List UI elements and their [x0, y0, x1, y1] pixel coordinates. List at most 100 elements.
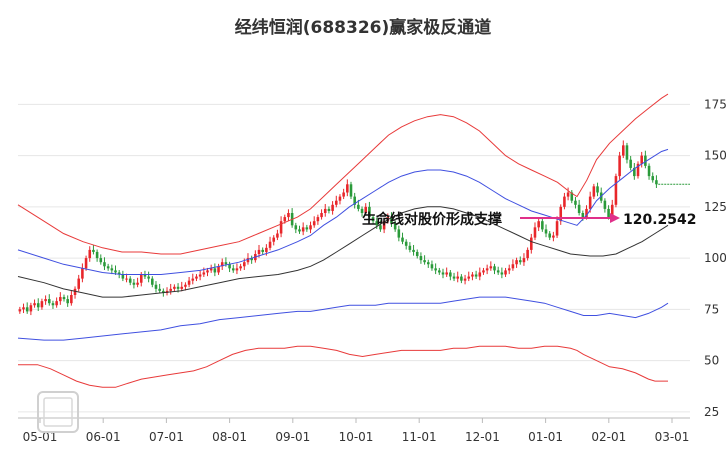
candle-body	[474, 274, 478, 277]
candle-body	[463, 278, 467, 281]
candle-body	[187, 280, 191, 285]
x-tick-label: 01-01	[528, 430, 563, 444]
candle-body	[62, 297, 66, 300]
candle-body	[287, 213, 290, 218]
candle-body	[316, 217, 320, 222]
y-tick-label: 25	[704, 405, 719, 419]
candle-body	[33, 303, 36, 306]
support-arrow-head-icon	[610, 213, 620, 223]
channel-line-life_line	[17, 206, 669, 298]
candle-body	[471, 274, 474, 277]
candle-body	[77, 278, 81, 289]
candle-body	[59, 297, 62, 302]
candle-body	[139, 274, 143, 283]
support-value-label: 120.2542	[623, 212, 697, 228]
x-tick-label: 12-01	[465, 430, 500, 444]
candle-body	[305, 227, 309, 230]
candle-body	[309, 225, 312, 230]
candle-body	[559, 206, 563, 222]
candle-body	[184, 284, 187, 287]
candle-body	[625, 145, 629, 160]
channel-line-lower_band	[18, 345, 668, 388]
candle-body	[331, 204, 334, 211]
candle-body	[44, 299, 47, 302]
y-tick-label: 75	[704, 302, 719, 316]
candle-body	[132, 282, 136, 285]
candle-body	[147, 276, 150, 279]
candle-body	[622, 145, 625, 156]
candle-body	[180, 286, 184, 289]
channel-line-upper_band	[17, 93, 669, 255]
annotation-text: 生命线对股价形成支撑	[362, 211, 502, 228]
channel-line-mid_lower_band	[17, 296, 669, 341]
x-tick-label: 03-01	[655, 430, 690, 444]
candle-body	[272, 237, 276, 242]
candle-body	[518, 260, 522, 263]
candle-body	[29, 305, 33, 312]
y-axis: 25 50 75 100 125 150 175	[704, 97, 726, 419]
candle-body	[36, 303, 40, 308]
candle-body	[195, 276, 198, 279]
candle-body	[294, 225, 298, 230]
candle-body	[239, 266, 242, 269]
candle-body	[496, 270, 500, 273]
candlesticks	[18, 140, 658, 316]
candle-body	[533, 227, 537, 238]
candle-body	[530, 237, 533, 250]
candle-body	[110, 268, 114, 271]
x-tick-label: 07-01	[149, 430, 184, 444]
candle-body	[441, 272, 445, 275]
candle-body	[173, 286, 176, 289]
candle-body	[445, 272, 448, 275]
candle-body	[158, 288, 161, 291]
candle-body	[655, 180, 658, 185]
channel-line-mid_upper_band	[17, 148, 669, 275]
candle-body	[176, 286, 180, 289]
candle-body	[552, 235, 555, 238]
candle-body	[504, 270, 507, 275]
candle-body	[198, 274, 202, 277]
x-tick-label: 08-01	[212, 430, 247, 444]
chart-title: 经纬恒润(688326)赢家极反通道	[235, 17, 492, 38]
candle-body	[478, 272, 482, 277]
candle-body	[482, 270, 485, 273]
candle-body	[415, 251, 419, 257]
candle-body	[647, 165, 651, 177]
candle-body	[231, 268, 235, 271]
candle-body	[169, 288, 172, 291]
y-tick-label: 50	[704, 354, 719, 368]
candle-body	[438, 270, 441, 273]
candle-body	[489, 266, 493, 269]
candle-body	[423, 260, 426, 263]
candle-body	[419, 256, 423, 261]
candle-body	[70, 295, 73, 304]
candle-body	[268, 241, 272, 248]
candle-body	[603, 200, 607, 209]
candle-body	[577, 204, 581, 213]
candle-body	[548, 233, 551, 238]
candle-body	[320, 213, 323, 218]
candle-body	[574, 200, 577, 205]
candle-body	[449, 272, 452, 277]
candle-body	[592, 186, 596, 197]
candle-body	[544, 229, 548, 234]
y-tick-label: 150	[704, 149, 726, 163]
candle-body	[338, 196, 342, 201]
candle-body	[334, 200, 338, 205]
candle-body	[128, 278, 132, 283]
candle-body	[154, 284, 158, 289]
x-tick-label: 11-01	[402, 430, 437, 444]
grid-lines	[18, 103, 690, 419]
candle-body	[541, 221, 544, 230]
candle-body	[206, 270, 209, 273]
candle-body	[323, 208, 327, 213]
candle-body	[500, 272, 504, 275]
candle-body	[651, 176, 655, 181]
candle-body	[40, 301, 44, 308]
candle-body	[460, 276, 463, 281]
candle-body	[596, 186, 599, 193]
candle-body	[588, 196, 592, 209]
candle-body	[81, 268, 84, 279]
candle-body	[66, 299, 69, 304]
candle-body	[151, 278, 154, 285]
